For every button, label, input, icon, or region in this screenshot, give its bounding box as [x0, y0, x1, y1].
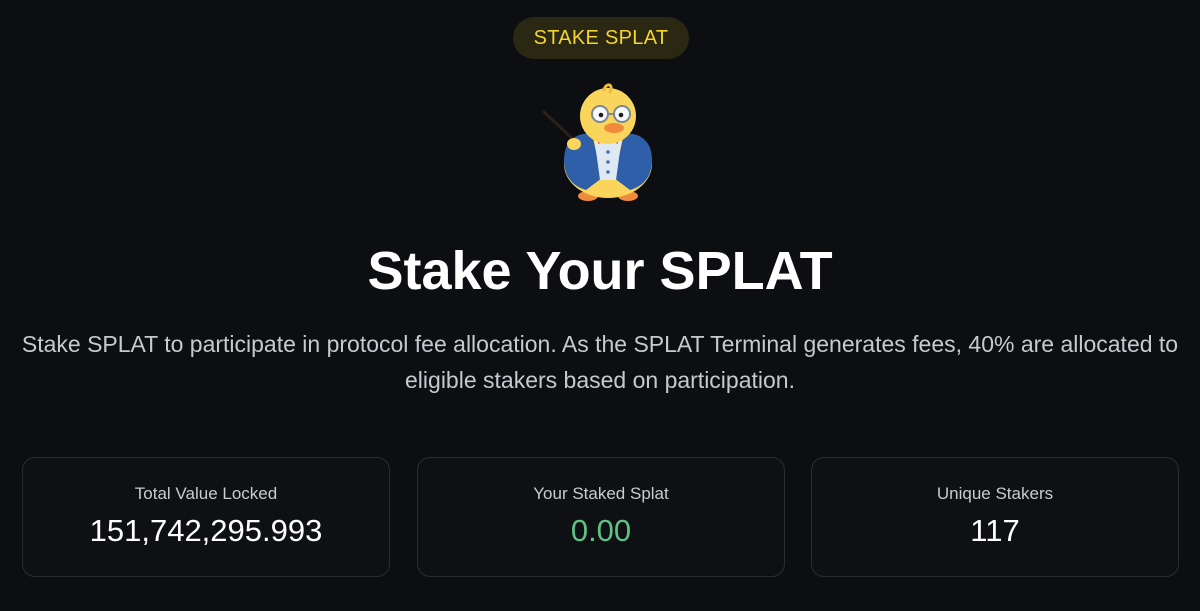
page-title: Stake Your SPLAT	[367, 241, 833, 301]
stake-splat-badge: STAKE SPLAT	[513, 17, 689, 59]
stat-value: 151,742,295.993	[89, 513, 323, 548]
page-description: Stake SPLAT to participate in protocol f…	[21, 331, 1179, 393]
stat-card-total-value-locked: Total Value Locked 151,742,295.993	[22, 457, 390, 577]
duck-professor-mascot-icon	[542, 83, 652, 201]
stat-label: Unique Stakers	[936, 484, 1054, 503]
stat-label: Your Staked Splat	[533, 484, 669, 503]
stats-row: Total Value Locked 151,742,295.993 Your …	[22, 457, 1180, 579]
stat-card-unique-stakers: Unique Stakers 117	[811, 457, 1179, 577]
stat-value: 0.00	[570, 513, 632, 548]
stat-value: 117	[970, 513, 1020, 548]
stat-label: Total Value Locked	[134, 484, 278, 503]
stat-card-your-staked-splat: Your Staked Splat 0.00	[417, 457, 785, 577]
